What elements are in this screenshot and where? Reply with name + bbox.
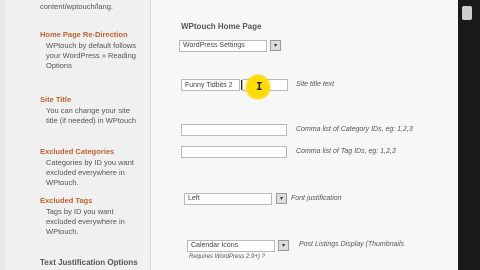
excluded-categories-desc-line-3: WPtouch. [46,178,79,187]
lang-path-text: content/wptouch/lang. [40,2,113,11]
dropdown-arrow-icon[interactable]: ▾ [276,193,287,204]
justification-hint: Font justification [291,195,342,202]
text-caret [241,80,242,90]
settings-descriptions-column: content/wptouch/lang. Home Page Re-Direc… [6,0,151,270]
site-title-hint: Site title text [296,81,335,88]
excluded-tags-desc-line-3: WPtouch. [46,227,79,236]
excluded-tags-desc-line-2: excluded everywhere in [46,217,125,226]
post-listings-select[interactable]: Calendar Icons [187,240,275,252]
justification-select[interactable]: Left [184,193,272,205]
text-justification-heading: Text Justification Options [40,258,138,267]
home-redirect-desc-line-2: your WordPress » Reading [46,51,136,60]
home-redirect-desc-line-3: Options [46,61,72,70]
home-redirect-heading: Home Page Re-Direction [40,30,128,39]
home-page-select[interactable]: WordPress Settings [179,40,267,52]
home-redirect-desc-line-1: WPtouch by default follows [46,41,137,50]
window-right-edge [458,0,480,270]
excluded-tags-heading: Excluded Tags [40,196,93,205]
scrollbar-thumb[interactable] [462,6,472,20]
excluded-tags-hint: Comma list of Tag IDs, eg: 1,2,3 [296,148,396,155]
excluded-categories-hint: Comma list of Category IDs, eg: 1,2,3 [296,126,413,133]
site-title-desc-line-1: You can change your site [46,106,130,115]
excluded-tags-input[interactable] [181,146,287,158]
post-listings-hint: Post Listings Display (Thumbnails [299,241,405,248]
excluded-categories-desc-line-2: excluded everywhere in [46,168,125,177]
post-listings-sub-hint: Requires WordPress 2.9+) ? [189,254,265,260]
excluded-categories-heading: Excluded Categories [40,147,115,156]
site-title-input[interactable]: Funny Tidbits 2 [181,79,240,91]
dropdown-arrow-icon[interactable]: ▾ [278,240,289,251]
home-page-label: WPtouch Home Page [181,22,262,31]
ibeam-cursor-icon: I [256,80,263,93]
excluded-tags-desc-line-1: Tags by ID you want [46,207,114,216]
site-title-heading: Site Title [40,95,72,104]
excluded-categories-desc-line-1: Categories by ID you want [46,158,134,167]
dropdown-arrow-icon[interactable]: ▾ [270,40,281,51]
site-title-desc-line-2: title (if needed) in WPtouch [46,116,137,125]
excluded-categories-input[interactable] [181,124,287,136]
